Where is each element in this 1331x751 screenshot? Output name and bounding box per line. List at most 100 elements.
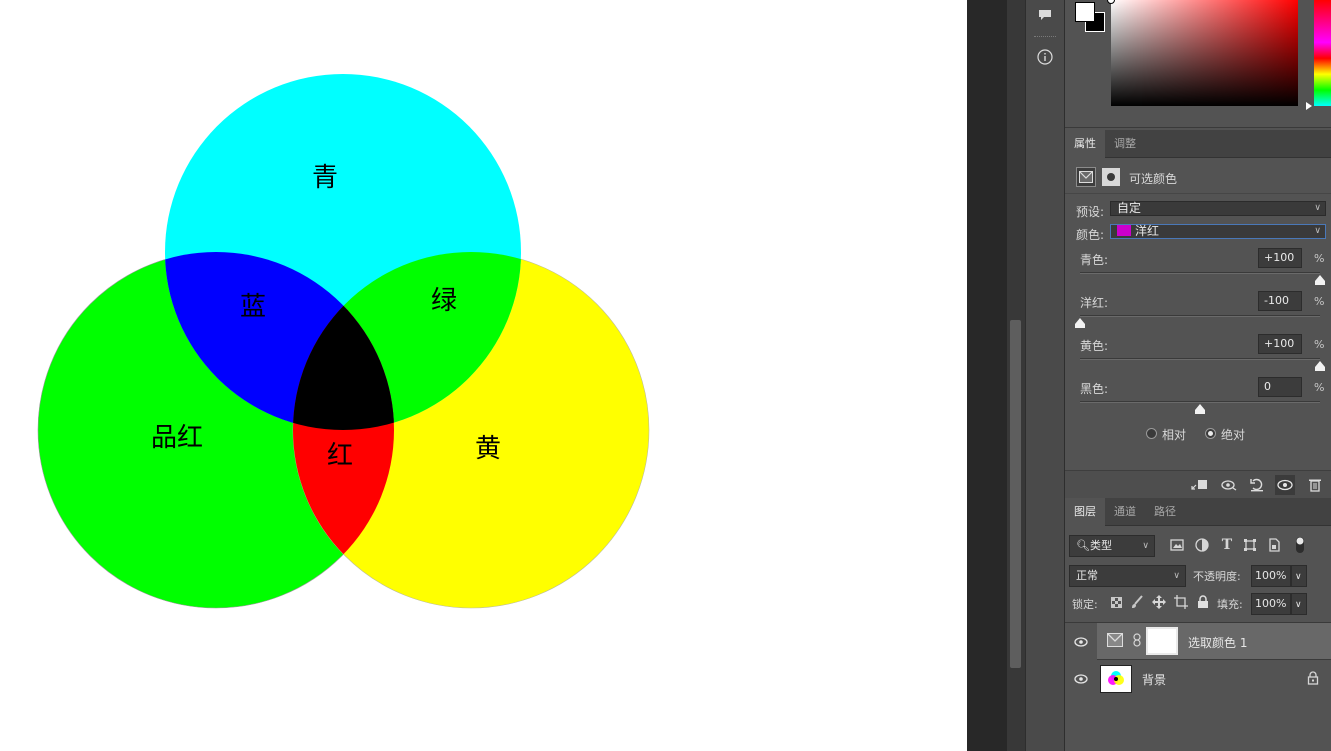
slider-black-input[interactable]: 0 [1258,377,1302,397]
chevron-down-icon: ∨ [1314,203,1321,213]
lock-all-icon[interactable] [1195,594,1211,610]
opacity-label: 不透明度: [1193,570,1241,583]
slider-cyan-label: 青色: [1080,253,1109,267]
label-blue: 蓝 [240,292,267,322]
slider-cyan-unit: % [1314,252,1325,265]
label-yellow: 黄 [475,434,502,464]
preset-label: 预设: [1076,205,1105,219]
scrollbar-thumb[interactable] [1010,320,1021,668]
layer-name[interactable]: 选取颜色 1 [1188,634,1247,651]
tab-paths[interactable]: 路径 [1145,498,1185,526]
adjustment-layer-icon [1107,633,1123,647]
document-canvas[interactable]: 青 蓝 绿 品红 红 黄 [0,0,967,751]
hue-slider[interactable] [1314,0,1331,106]
radio-absolute-label[interactable]: 绝对 [1221,426,1245,443]
fill-label: 填充: [1217,598,1243,611]
venn-thumbnail-icon [1108,671,1124,685]
pasteboard [967,0,1007,751]
radio-relative[interactable] [1146,428,1157,439]
tab-adjustments[interactable]: 调整 [1105,130,1145,158]
eye-icon[interactable] [1073,671,1089,687]
filter-adjustment-icon[interactable] [1194,537,1210,553]
trash-icon[interactable] [1305,475,1325,495]
link-icon[interactable] [1133,633,1141,650]
filter-toggle-icon[interactable] [1292,537,1308,553]
layer-filter-dropdown[interactable]: 🔍︎类型 ∨ [1069,535,1155,557]
lock-move-icon[interactable] [1151,594,1167,610]
blend-mode-dropdown[interactable]: 正常 ∨ [1069,565,1186,587]
lock-label: 锁定: [1072,598,1098,611]
hue-marker[interactable] [1306,102,1312,110]
preset-dropdown[interactable]: 自定 ∨ [1110,201,1326,216]
layer-filter-value: 类型 [1089,539,1112,552]
lock-brush-icon[interactable] [1129,594,1145,610]
slider-yellow-thumb[interactable] [1315,361,1325,371]
layer-mask-icon[interactable] [1102,168,1120,186]
opacity-input[interactable]: 100% [1251,565,1291,587]
chevron-down-icon: ∨ [1173,571,1180,581]
label-magenta: 品红 [151,423,204,453]
layer-thumbnail[interactable] [1100,665,1132,693]
properties-title: 可选颜色 [1129,172,1178,186]
adjustment-layer-icon[interactable] [1076,167,1096,187]
colors-dropdown[interactable]: 洋红 ∨ [1110,224,1326,239]
slider-black-track[interactable] [1080,401,1320,403]
slider-cyan-thumb[interactable] [1315,275,1325,285]
lock-artboard-icon[interactable] [1173,594,1189,610]
slider-magenta-track[interactable] [1080,315,1320,317]
label-green: 绿 [431,286,458,316]
tab-layers[interactable]: 图层 [1065,498,1105,526]
filter-pixel-icon[interactable] [1169,537,1185,553]
layer-row-selective-color[interactable]: 选取颜色 1 [1065,622,1331,660]
slider-yellow-track[interactable] [1080,358,1320,360]
clip-to-layer-icon[interactable] [1189,475,1209,495]
slider-yellow-input[interactable]: +100 [1258,334,1302,354]
slider-cyan-input[interactable]: +100 [1258,248,1302,268]
properties-tabbar: 属性 调整 [1065,130,1331,158]
view-previous-state-icon[interactable] [1219,475,1239,495]
preset-value: 自定 [1117,201,1142,215]
foreground-color-swatch[interactable] [1075,2,1095,22]
radio-relative-label[interactable]: 相对 [1162,426,1186,443]
opacity-dropdown[interactable]: ∨ [1291,565,1307,587]
search-icon: 🔍︎ [1076,539,1090,552]
chevron-down-icon: ∨ [1295,572,1302,582]
filter-type-icon[interactable]: T [1219,537,1235,553]
colors-label: 颜色: [1076,228,1105,242]
fill-dropdown[interactable]: ∨ [1291,593,1307,615]
slider-magenta-thumb[interactable] [1075,318,1085,328]
eye-icon[interactable] [1275,475,1295,495]
blend-mode-value: 正常 [1076,569,1098,582]
slider-black-label: 黑色: [1080,382,1109,396]
radio-absolute[interactable] [1205,428,1216,439]
saturation-field[interactable] [1111,0,1298,106]
lock-transparent-icon[interactable] [1108,594,1124,610]
layer-row-background[interactable]: 背景 [1065,660,1331,698]
fill-input[interactable]: 100% [1251,593,1291,615]
slider-magenta-input[interactable]: -100 [1258,291,1302,311]
slider-black-unit: % [1314,381,1325,394]
tab-properties[interactable]: 属性 [1065,130,1105,158]
properties-header: 可选颜色 [1065,160,1331,194]
lock-icon [1307,671,1319,688]
filter-shape-icon[interactable] [1242,537,1258,553]
label-cyan: 青 [312,163,339,193]
chevron-down-icon: ∨ [1314,226,1321,236]
slider-cyan-track[interactable] [1080,272,1320,274]
panel-icon-strip [1025,0,1065,751]
slider-black-thumb[interactable] [1195,404,1205,414]
info-icon[interactable] [1032,44,1058,70]
comment-icon[interactable] [1032,2,1058,28]
chevron-down-icon: ∨ [1295,600,1302,610]
reset-icon[interactable] [1247,475,1267,495]
layer-mask-thumbnail[interactable] [1146,627,1178,655]
colors-value: 洋红 [1135,224,1160,238]
strip-divider [1034,36,1056,39]
slider-magenta-unit: % [1314,295,1325,308]
layer-name[interactable]: 背景 [1142,671,1166,688]
eye-icon[interactable] [1073,634,1089,650]
tab-channels[interactable]: 通道 [1105,498,1145,526]
slider-yellow-label: 黄色: [1080,339,1109,353]
filter-smart-object-icon[interactable] [1266,537,1282,553]
layers-tabbar: 图层 通道 路径 [1065,498,1331,526]
